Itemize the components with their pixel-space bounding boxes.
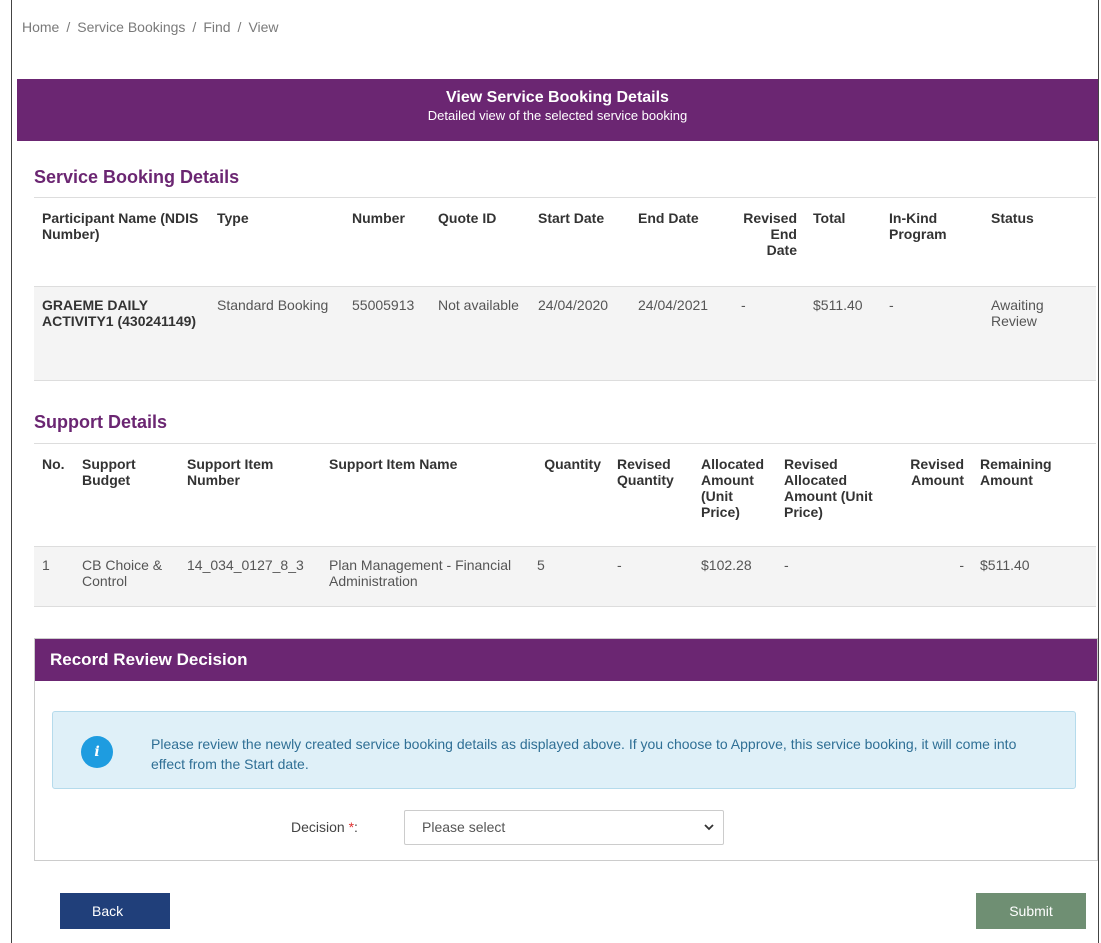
- booking-table: Participant Name (NDIS Number) Type Numb…: [34, 197, 1096, 381]
- quantity-cell: 5: [529, 546, 609, 607]
- in-kind-cell: -: [881, 286, 983, 381]
- review-panel: Record Review Decision i Please review t…: [34, 638, 1098, 861]
- budget-cell: CB Choice & Control: [74, 546, 179, 607]
- breadcrumb-home[interactable]: Home: [22, 19, 59, 35]
- decision-select[interactable]: Please select: [404, 810, 724, 845]
- participant-cell: GRAEME DAILY ACTIVITY1 (430241149): [34, 286, 209, 381]
- column-header: Remaining Amount: [972, 443, 1096, 547]
- remaining-amount-cell: $511.40: [972, 546, 1096, 607]
- table-header-row: Participant Name (NDIS Number) Type Numb…: [34, 197, 1096, 287]
- column-header: Revised Quantity: [609, 443, 693, 547]
- quote-id-cell: Not available: [430, 286, 530, 381]
- breadcrumb-separator: /: [237, 19, 242, 35]
- info-alert: i Please review the newly created servic…: [52, 711, 1076, 789]
- no-cell: 1: [34, 546, 74, 607]
- breadcrumb: Home / Service Bookings / Find / View: [22, 0, 279, 54]
- column-header: Allocated Amount (Unit Price): [693, 443, 776, 547]
- table-header-row: No. Support Budget Support Item Number S…: [34, 443, 1096, 547]
- page-frame: Home / Service Bookings / Find / View View Ser…: [11, 0, 1099, 943]
- total-cell: $511.40: [805, 286, 881, 381]
- breadcrumb-separator: /: [66, 19, 71, 35]
- item-name-cell: Plan Management - Financial Administrati…: [321, 546, 529, 607]
- table-row: 1 CB Choice & Control 14_034_0127_8_3 Pl…: [34, 546, 1096, 607]
- column-header: End Date: [630, 197, 733, 287]
- item-number-cell: 14_034_0127_8_3: [179, 546, 321, 607]
- table-row: GRAEME DAILY ACTIVITY1 (430241149) Stand…: [34, 286, 1096, 381]
- breadcrumb-view: View: [248, 19, 279, 35]
- column-header: Start Date: [530, 197, 630, 287]
- page-header: View Service Booking Details Detailed vi…: [17, 79, 1098, 141]
- column-header: No.: [34, 443, 74, 547]
- allocated-amount-cell: $102.28: [693, 546, 776, 607]
- column-header: In-Kind Program: [881, 197, 983, 287]
- info-icon: i: [81, 736, 113, 768]
- info-text: Please review the newly created service …: [151, 736, 1017, 772]
- column-header: Support Budget: [74, 443, 179, 547]
- column-header: Revised Amount: [888, 443, 972, 547]
- number-cell: 55005913: [344, 286, 430, 381]
- column-header: Participant Name (NDIS Number): [34, 197, 209, 287]
- page-subtitle: Detailed view of the selected service bo…: [427, 108, 688, 123]
- revised-end-date-cell: -: [733, 286, 805, 381]
- revised-allocated-amount-cell: -: [776, 546, 888, 607]
- back-button[interactable]: Back: [60, 893, 170, 929]
- end-date-cell: 24/04/2021: [630, 286, 733, 381]
- chevron-down-icon: [703, 811, 715, 857]
- column-header: Status: [983, 197, 1096, 287]
- column-header: Total: [805, 197, 881, 287]
- breadcrumb-service-bookings[interactable]: Service Bookings: [77, 19, 185, 35]
- start-date-cell: 24/04/2020: [530, 286, 630, 381]
- column-header: Number: [344, 197, 430, 287]
- decision-select-value: Please select: [422, 819, 506, 835]
- support-section-title: Support Details: [34, 412, 168, 432]
- decision-label-text: Decision: [291, 819, 345, 835]
- column-header: Type: [209, 197, 344, 287]
- column-header: Revised End Date: [733, 197, 805, 287]
- column-header: Support Item Name: [321, 443, 529, 547]
- revised-amount-cell: -: [888, 546, 972, 607]
- column-header: Quote ID: [430, 197, 530, 287]
- page-title: View Service Booking Details: [446, 89, 669, 106]
- breadcrumb-separator: /: [192, 19, 197, 35]
- submit-button[interactable]: Submit: [976, 893, 1086, 929]
- column-header: Quantity: [529, 443, 609, 547]
- status-cell: Awaiting Review: [983, 286, 1096, 381]
- column-header: Support Item Number: [179, 443, 321, 547]
- booking-section-title: Service Booking Details: [34, 167, 240, 187]
- type-cell: Standard Booking: [209, 286, 344, 381]
- revised-quantity-cell: -: [609, 546, 693, 607]
- review-panel-title: Record Review Decision: [35, 639, 1097, 681]
- decision-label-colon: :: [354, 819, 358, 835]
- breadcrumb-find[interactable]: Find: [203, 19, 230, 35]
- decision-label: Decision *:: [291, 819, 358, 835]
- column-header: Revised Allocated Amount (Unit Price): [776, 443, 888, 547]
- support-table: No. Support Budget Support Item Number S…: [34, 443, 1096, 607]
